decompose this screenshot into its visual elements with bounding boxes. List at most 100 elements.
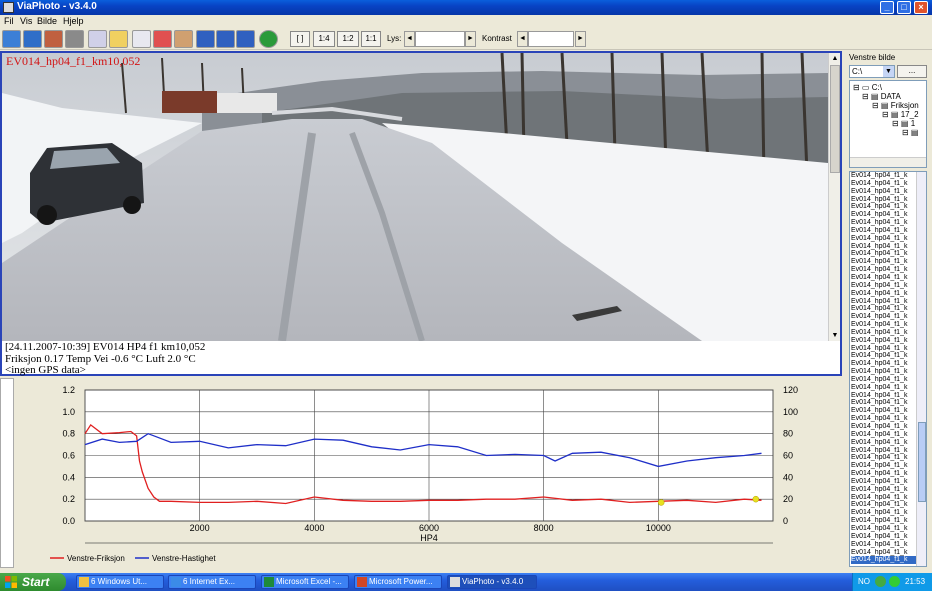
zoom-1-2-button[interactable]: 1:2 (337, 31, 359, 47)
start-button[interactable]: Start (0, 573, 66, 591)
document-icon[interactable] (132, 30, 151, 48)
image-file-list[interactable]: Ev014_hp04_f1_k Ev014_hp04_f1_k Ev014_hp04… (849, 171, 927, 567)
file-list-item[interactable]: Ev014_hp04_f1_k (851, 517, 916, 525)
chart-icon[interactable] (153, 30, 172, 48)
file-list-item[interactable]: Ev014_hp04_f1_k (851, 266, 916, 274)
file-list-item[interactable]: Ev014_hp04_f1_k (851, 556, 916, 565)
zoom-1-1-button[interactable]: 1:1 (361, 31, 381, 47)
file-list-item[interactable]: Ev014_hp04_f1_k (851, 407, 916, 415)
file-list-item[interactable]: Ev014_hp04_f1_k (851, 376, 916, 384)
file-list-item[interactable]: Ev014_hp04_f1_k (851, 494, 916, 502)
printer-icon[interactable] (88, 30, 107, 48)
file-list-item[interactable]: Ev014_hp04_f1_k (851, 313, 916, 321)
file-list-item[interactable]: Ev014_hp04_f1_k (851, 337, 916, 345)
globe-icon[interactable] (259, 30, 278, 48)
file-list-item[interactable]: Ev014_hp04_f1_k (851, 525, 916, 533)
file-list-item[interactable]: Ev014_hp04_f1_k (851, 384, 916, 392)
tree-node-sub[interactable]: ⊟ ▤ (902, 128, 918, 137)
file-list-item[interactable]: Ev014_hp04_f1_k (851, 541, 916, 549)
file-list-item[interactable]: Ev014_hp04_f1_k (851, 298, 916, 306)
file-list-item[interactable]: Ev014_hp04_f1_k (851, 368, 916, 376)
first-image-icon[interactable] (2, 30, 21, 48)
menu-bilde[interactable]: Bilde (37, 16, 57, 26)
file-list-item[interactable]: Ev014_hp04_f1_k (851, 478, 916, 486)
mail-icon[interactable] (109, 30, 128, 48)
file-list-item[interactable]: Ev014_hp04_f1_k (851, 203, 916, 211)
file-list-item[interactable]: Ev014_hp04_f1_k (851, 345, 916, 353)
previous-image-icon[interactable] (23, 30, 42, 48)
task-excel[interactable]: Microsoft Excel -... (261, 575, 349, 589)
tree-node-1[interactable]: ⊟ ▤ 1 (892, 119, 915, 128)
disk-icon[interactable] (65, 30, 84, 48)
file-list-item[interactable]: Ev014_hp04_f1_k (851, 274, 916, 282)
menu-vis[interactable]: Vis (20, 16, 32, 26)
file-list-item[interactable]: Ev014_hp04_f1_k (851, 501, 916, 509)
brightness-right-arrow[interactable]: ► (465, 31, 476, 47)
file-list-scrollbar[interactable] (916, 172, 926, 566)
photo-scrollbar[interactable]: ▲ ▼ (828, 53, 840, 341)
map-icon[interactable] (174, 30, 193, 48)
contrast-slider[interactable] (528, 31, 574, 47)
task-powerpoint[interactable]: Microsoft Power... (354, 575, 442, 589)
file-list-item[interactable]: Ev014_hp04_f1_k (851, 447, 916, 455)
file-list-scroll-thumb[interactable] (918, 422, 926, 502)
scroll-down-arrow[interactable]: ▼ (829, 330, 841, 341)
file-list-item[interactable]: Ev014_hp04_f1_k (851, 290, 916, 298)
contrast-right-arrow[interactable]: ► (575, 31, 586, 47)
split-view-icon[interactable] (216, 30, 235, 48)
file-list-item[interactable]: Ev014_hp04_f1_k (851, 392, 916, 400)
road-photo[interactable]: EV014_hp04_f1_km10,052 (2, 53, 828, 341)
chevron-down-icon[interactable]: ▼ (883, 66, 894, 77)
file-list-item[interactable]: Ev014_hp04_f1_k (851, 439, 916, 447)
maximize-button[interactable]: □ (897, 1, 911, 14)
file-list-item[interactable]: Ev014_hp04_f1_k (851, 235, 916, 243)
tree-node-data[interactable]: ⊟ ▤ DATA (862, 92, 901, 101)
file-list-item[interactable]: Ev014_hp04_f1_k (851, 211, 916, 219)
folder-tree[interactable]: ⊟ ▭ C:\ ⊟ ▤ DATA ⊟ ▤ Friksjon ⊟ ▤ 17_2 ⊟… (849, 80, 927, 168)
window-icon[interactable] (196, 30, 215, 48)
task-internet-explorer[interactable]: 6 Internet Ex... (168, 575, 256, 589)
tree-node-friksjon[interactable]: ⊟ ▤ Friksjon (872, 101, 919, 110)
tree-hscrollbar[interactable] (850, 157, 926, 167)
close-button[interactable]: × (914, 1, 928, 14)
browse-button[interactable]: ... (897, 65, 927, 78)
task-windows-explorer[interactable]: 6 Windows Ut... (76, 575, 164, 589)
file-list-item[interactable]: Ev014_hp04_f1_k (851, 282, 916, 290)
file-list-item[interactable]: Ev014_hp04_f1_k (851, 321, 916, 329)
file-list-item[interactable]: Ev014_hp04_f1_k (851, 180, 916, 188)
file-list-item[interactable]: Ev014_hp04_f1_k (851, 462, 916, 470)
file-list-item[interactable]: Ev014_hp04_f1_k (851, 470, 916, 478)
network-icon[interactable] (875, 576, 886, 587)
file-list-item[interactable]: Ev014_hp04_f1_k (851, 258, 916, 266)
scroll-thumb[interactable] (830, 65, 840, 173)
road-icon[interactable] (44, 30, 63, 48)
friction-chart[interactable]: 0.0 0.2 0.4 0.6 0.8 1.0 1.2 0 20 40 60 80 100 120 2000… (15, 378, 840, 568)
tree-node-17[interactable]: ⊟ ▤ 17_2 (882, 110, 919, 119)
file-list-item[interactable]: Ev014_hp04_f1_k (851, 172, 916, 180)
file-list-item[interactable]: Ev014_hp04_f1_k (851, 431, 916, 439)
security-icon[interactable] (889, 576, 900, 587)
language-indicator[interactable]: NO (858, 577, 870, 586)
minimize-button[interactable]: _ (880, 1, 894, 14)
file-list-item[interactable]: Ev014_hp04_f1_k (851, 549, 916, 557)
file-list-item[interactable]: Ev014_hp04_f1_k (851, 486, 916, 494)
file-list-item[interactable]: Ev014_hp04_f1_k (851, 454, 916, 462)
brightness-slider[interactable] (415, 31, 465, 47)
file-list-item[interactable]: Ev014_hp04_f1_k (851, 243, 916, 251)
menu-fil[interactable]: Fil (4, 16, 14, 26)
file-list-item[interactable]: Ev014_hp04_f1_k (851, 399, 916, 407)
scroll-up-arrow[interactable]: ▲ (829, 53, 841, 64)
file-list-item[interactable]: Ev014_hp04_f1_k (851, 360, 916, 368)
file-list-item[interactable]: Ev014_hp04_f1_k (851, 227, 916, 235)
brightness-left-arrow[interactable]: ◄ (404, 31, 415, 47)
file-list-item[interactable]: Ev014_hp04_f1_k (851, 509, 916, 517)
file-list-item[interactable]: Ev014_hp04_f1_k (851, 188, 916, 196)
zoom-fit-button[interactable]: [ ] (290, 31, 310, 47)
menu-hjelp[interactable]: Hjelp (63, 16, 84, 26)
contrast-left-arrow[interactable]: ◄ (517, 31, 528, 47)
file-list-item[interactable]: Ev014_hp04_f1_k (851, 196, 916, 204)
file-list-item[interactable]: Ev014_hp04_f1_k (851, 305, 916, 313)
file-list-item[interactable]: Ev014_hp04_f1_k (851, 533, 916, 541)
title-bar[interactable]: ViaPhoto - v3.4.0 _ □ × (0, 0, 932, 15)
file-list-item[interactable]: Ev014_hp04_f1_k (851, 415, 916, 423)
